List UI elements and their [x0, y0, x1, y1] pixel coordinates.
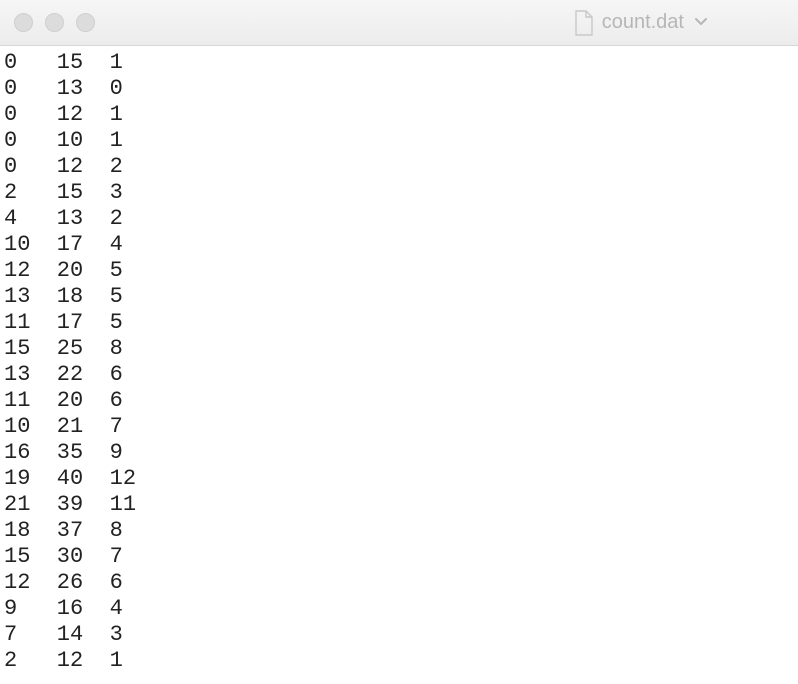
file-content: 0 15 1 0 13 0 0 12 1 0 10 1 0 12 2 2 15 …: [0, 46, 798, 678]
window-title[interactable]: count.dat: [574, 10, 708, 36]
window-title-text: count.dat: [602, 11, 684, 34]
zoom-button[interactable]: [76, 13, 95, 32]
close-button[interactable]: [14, 13, 33, 32]
file-icon: [574, 10, 594, 36]
traffic-lights: [14, 13, 95, 32]
chevron-down-icon: [694, 14, 708, 32]
minimize-button[interactable]: [45, 13, 64, 32]
window-titlebar: count.dat: [0, 0, 798, 46]
